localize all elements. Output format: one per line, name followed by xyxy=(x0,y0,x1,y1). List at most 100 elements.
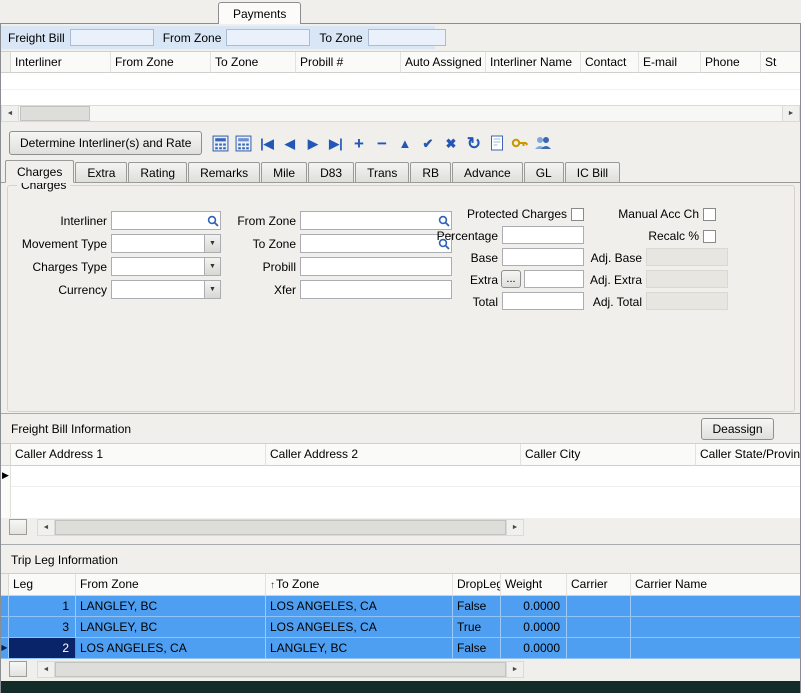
tab-d83[interactable]: D83 xyxy=(308,162,354,182)
scrollbar-track[interactable] xyxy=(55,520,506,535)
carrier-name-cell[interactable] xyxy=(631,596,800,616)
determine-interliner-button[interactable]: Determine Interliner(s) and Rate xyxy=(9,131,202,155)
cancel-edit-icon[interactable]: ✖ xyxy=(440,132,461,154)
scrollbar-thumb[interactable] xyxy=(20,106,90,121)
tab-charges[interactable]: Charges xyxy=(5,160,74,183)
grid-sizer-box[interactable] xyxy=(9,519,27,535)
column-header-carrier-name[interactable]: Carrier Name xyxy=(631,574,800,596)
column-header-auto-assigned[interactable]: Auto Assigned xyxy=(401,52,486,73)
delete-record-icon[interactable]: − xyxy=(371,132,392,154)
carrier-cell[interactable] xyxy=(567,617,631,637)
leg-cell-focused[interactable]: 2 xyxy=(9,638,76,658)
from-zone-cell[interactable]: LANGLEY, BC xyxy=(76,617,266,637)
tab-rb[interactable]: RB xyxy=(410,162,451,182)
trip-leg-row-current[interactable]: ▶ 2 LOS ANGELES, CA LANGLEY, BC False 0.… xyxy=(1,638,800,659)
from-zone-lookup-icon[interactable] xyxy=(437,213,451,228)
to-zone-cell[interactable]: LANGLEY, BC xyxy=(266,638,453,658)
carrier-name-cell[interactable] xyxy=(631,638,800,658)
scroll-right-arrow[interactable]: ► xyxy=(782,106,799,121)
to-zone-filter-input[interactable] xyxy=(368,29,446,46)
column-header-interliner-name[interactable]: Interliner Name xyxy=(486,52,581,73)
to-zone-cell[interactable]: LOS ANGELES, CA xyxy=(266,596,453,616)
column-header-carrier[interactable]: Carrier xyxy=(567,574,631,596)
column-header-caller-state[interactable]: Caller State/Provin xyxy=(696,444,800,466)
tab-remarks[interactable]: Remarks xyxy=(188,162,260,182)
tab-gl[interactable]: GL xyxy=(524,162,564,182)
weight-cell[interactable]: 0.0000 xyxy=(501,596,567,616)
next-record-icon[interactable]: ▶ xyxy=(302,132,323,154)
column-header-to-zone[interactable]: To Zone xyxy=(211,52,296,73)
freight-bill-row[interactable] xyxy=(11,466,800,487)
column-header-to-zone[interactable]: ↑To Zone xyxy=(266,574,453,596)
weight-cell[interactable]: 0.0000 xyxy=(501,617,567,637)
dropleg-cell[interactable]: False xyxy=(453,638,501,658)
scroll-right-arrow[interactable]: ► xyxy=(506,662,523,677)
column-header-weight[interactable]: Weight xyxy=(501,574,567,596)
column-header-dropleg[interactable]: DropLeg xyxy=(453,574,501,596)
carrier-cell[interactable] xyxy=(567,638,631,658)
insert-record-icon[interactable]: + xyxy=(348,132,369,154)
percentage-input[interactable] xyxy=(502,226,584,244)
column-header-from-zone[interactable]: From Zone xyxy=(76,574,266,596)
column-header-interliner[interactable]: Interliner xyxy=(11,52,111,73)
dropleg-cell[interactable]: True xyxy=(453,617,501,637)
tab-rating[interactable]: Rating xyxy=(128,162,187,182)
scroll-right-arrow[interactable]: ► xyxy=(506,520,523,535)
scroll-left-arrow[interactable]: ◄ xyxy=(38,662,55,677)
weight-cell[interactable]: 0.0000 xyxy=(501,638,567,658)
prior-record-icon[interactable]: ◀ xyxy=(279,132,300,154)
scroll-left-arrow[interactable]: ◄ xyxy=(38,520,55,535)
column-header-email[interactable]: E-mail xyxy=(639,52,701,73)
edit-record-icon[interactable]: ▲ xyxy=(394,132,415,154)
refresh-icon[interactable]: ↻ xyxy=(463,132,484,154)
export-icon[interactable] xyxy=(486,132,507,154)
last-record-icon[interactable]: ▶| xyxy=(325,132,346,154)
tab-advance[interactable]: Advance xyxy=(452,162,523,182)
column-header-from-zone[interactable]: From Zone xyxy=(111,52,211,73)
trip-leg-row[interactable]: 3 LANGLEY, BC LOS ANGELES, CA True 0.000… xyxy=(1,617,800,638)
column-header-st[interactable]: St xyxy=(761,52,800,73)
scroll-left-arrow[interactable]: ◄ xyxy=(2,106,19,121)
column-header-phone[interactable]: Phone xyxy=(701,52,761,73)
from-zone-cell[interactable]: LOS ANGELES, CA xyxy=(76,638,266,658)
recalc-checkbox[interactable] xyxy=(703,230,716,243)
carrier-cell[interactable] xyxy=(567,596,631,616)
interliner-input[interactable] xyxy=(111,211,221,230)
tab-trans[interactable]: Trans xyxy=(355,162,409,182)
grid-sizer-box[interactable] xyxy=(9,661,27,677)
scrollbar-track[interactable] xyxy=(55,662,506,677)
tab-ic-bill[interactable]: IC Bill xyxy=(565,162,620,182)
freight-bill-input[interactable] xyxy=(70,29,154,46)
column-header-caller-city[interactable]: Caller City xyxy=(521,444,696,466)
calculator-icon[interactable] xyxy=(210,132,231,154)
scrollbar-thumb[interactable] xyxy=(55,662,506,677)
tab-payments[interactable]: Payments xyxy=(218,2,301,24)
users-icon[interactable] xyxy=(532,132,553,154)
tab-extra[interactable]: Extra xyxy=(75,162,127,182)
leg-cell[interactable]: 1 xyxy=(9,596,76,616)
from-zone-input[interactable] xyxy=(300,211,452,230)
from-zone-filter-input[interactable] xyxy=(226,29,310,46)
rate-calculator-icon[interactable] xyxy=(233,132,254,154)
post-edit-icon[interactable]: ✔ xyxy=(417,132,438,154)
to-zone-cell[interactable]: LOS ANGELES, CA xyxy=(266,617,453,637)
tab-mile[interactable]: Mile xyxy=(261,162,307,182)
column-header-caller-address-2[interactable]: Caller Address 2 xyxy=(266,444,521,466)
first-record-icon[interactable]: |◀ xyxy=(256,132,277,154)
trip-leg-row[interactable]: 1 LANGLEY, BC LOS ANGELES, CA False 0.00… xyxy=(1,596,800,617)
protected-charges-checkbox[interactable] xyxy=(571,208,584,221)
leg-cell[interactable]: 3 xyxy=(9,617,76,637)
column-header-leg[interactable]: Leg xyxy=(9,574,76,596)
scrollbar-track[interactable] xyxy=(19,106,782,121)
column-header-contact[interactable]: Contact xyxy=(581,52,639,73)
column-header-caller-address-1[interactable]: Caller Address 1 xyxy=(11,444,266,466)
freight-bill-rows[interactable] xyxy=(11,466,800,518)
from-zone-cell[interactable]: LANGLEY, BC xyxy=(76,596,266,616)
extra-ellipsis-button[interactable]: ... xyxy=(501,270,521,288)
deassign-button[interactable]: Deassign xyxy=(701,418,774,440)
manual-acc-checkbox[interactable] xyxy=(703,208,716,221)
column-header-probill[interactable]: Probill # xyxy=(296,52,401,73)
dropleg-cell[interactable]: False xyxy=(453,596,501,616)
carrier-name-cell[interactable] xyxy=(631,617,800,637)
key-icon[interactable] xyxy=(509,132,530,154)
